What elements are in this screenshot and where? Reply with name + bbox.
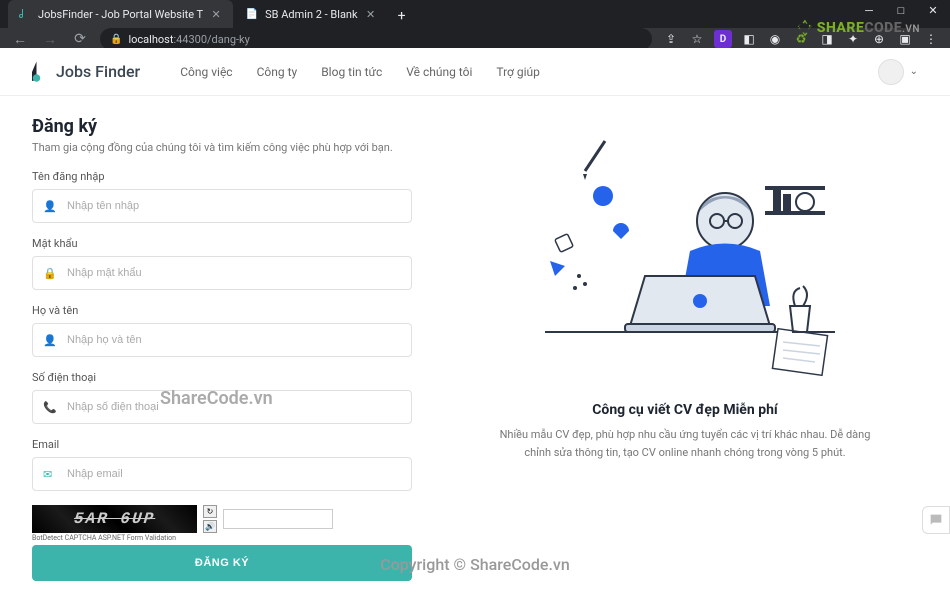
nav-item-about[interactable]: Về chúng tôi xyxy=(406,65,472,79)
submit-button[interactable]: ĐĂNG KÝ xyxy=(32,545,412,581)
new-tab-button[interactable]: + xyxy=(390,4,414,28)
nav-item-jobs[interactable]: Công việc xyxy=(180,65,232,79)
tab-close-icon[interactable]: ✕ xyxy=(209,7,223,21)
extension-icon[interactable]: ◨ xyxy=(818,30,836,48)
input-fullname[interactable] xyxy=(67,334,401,346)
window-maximize[interactable]: □ xyxy=(892,4,910,17)
menu-icon[interactable]: ⋮ xyxy=(922,30,940,48)
promo-desc: Nhiều mẫu CV đẹp, phù hợp nhu cầu ứng tu… xyxy=(495,426,875,461)
captcha-audio-button[interactable]: 🔊 xyxy=(203,520,217,533)
label-phone: Số điện thoại xyxy=(32,371,412,384)
input-email[interactable] xyxy=(67,468,401,480)
field-password: Mật khẩu 🔒 xyxy=(32,237,412,290)
url: localhost:44300/dang-ky xyxy=(128,33,249,46)
captcha-image: 5AR 6UP BotDetect CAPTCHA ASP.NET Form V… xyxy=(32,505,197,533)
field-email: Email ✉ xyxy=(32,438,412,491)
nav-reload-icon[interactable]: ⟳ xyxy=(70,31,90,47)
extension-icon[interactable]: ◧ xyxy=(740,30,758,48)
promo-panel: Công cụ viết CV đẹp Miễn phí Nhiều mẫu C… xyxy=(452,116,918,581)
tab-favicon-icon xyxy=(18,7,32,21)
logo[interactable]: Jobs Finder xyxy=(32,61,140,83)
user-menu[interactable]: ⌄ xyxy=(878,59,918,85)
lock-icon: 🔒 xyxy=(43,267,57,280)
nav-forward-icon[interactable]: → xyxy=(40,31,60,48)
signup-form: Đăng ký Tham gia cộng đồng của chúng tôi… xyxy=(32,116,412,581)
tab-sbadmin[interactable]: 📄 SB Admin 2 - Blank ✕ xyxy=(235,0,387,28)
chat-icon xyxy=(928,512,944,528)
captcha-reload-button[interactable]: ↻ xyxy=(203,505,217,518)
input-password[interactable] xyxy=(67,267,401,279)
page-subtitle: Tham gia cộng đồng của chúng tôi và tìm … xyxy=(32,141,412,154)
chat-widget-button[interactable] xyxy=(922,506,950,534)
address-bar[interactable]: 🔒 localhost:44300/dang-ky xyxy=(100,28,652,50)
page: Jobs Finder Công việc Công ty Blog tin t… xyxy=(0,48,950,594)
phone-icon: 📞 xyxy=(43,401,57,414)
nav-item-help[interactable]: Trợ giúp xyxy=(496,65,540,79)
cv-illustration xyxy=(525,136,845,386)
tab-close-icon[interactable]: ✕ xyxy=(364,7,378,21)
field-phone: Số điện thoại 📞 xyxy=(32,371,412,424)
tab-jobsfinder[interactable]: JobsFinder - Job Portal Website T ✕ xyxy=(8,0,233,28)
extension-icon[interactable]: ▣ xyxy=(896,30,914,48)
window-controls: ─ □ ✕ xyxy=(860,4,942,17)
window-minimize[interactable]: ─ xyxy=(860,4,878,17)
nav-item-companies[interactable]: Công ty xyxy=(257,65,298,79)
star-icon[interactable]: ☆ xyxy=(688,30,706,48)
extension-d-icon[interactable]: D xyxy=(714,30,732,48)
extension-icon[interactable]: ◉ xyxy=(766,30,784,48)
label-password: Mật khẩu xyxy=(32,237,412,250)
extension-icon[interactable]: ♻ xyxy=(792,30,810,48)
tab-favicon-icon: 📄 xyxy=(245,7,259,21)
avatar xyxy=(878,59,904,85)
label-username: Tên đăng nhập xyxy=(32,170,412,183)
user-icon: 👤 xyxy=(43,334,57,347)
captcha-controls: ↻ 🔊 xyxy=(203,505,217,533)
tab-title: SB Admin 2 - Blank xyxy=(265,8,357,21)
captcha-row: 5AR 6UP BotDetect CAPTCHA ASP.NET Form V… xyxy=(32,505,412,533)
browser-toolbar-icons: ⇪ ☆ D ◧ ◉ ♻ ◨ ✦ ⊕ ▣ ⋮ xyxy=(662,30,940,48)
share-icon[interactable]: ⇪ xyxy=(662,30,680,48)
browser-chrome: ─ □ ✕ JobsFinder - Job Portal Website T … xyxy=(0,0,950,48)
mail-icon: ✉ xyxy=(43,468,57,481)
logo-icon xyxy=(32,61,50,83)
field-username: Tên đăng nhập 👤 xyxy=(32,170,412,223)
tab-title: JobsFinder - Job Portal Website T xyxy=(38,8,203,21)
site-header: Jobs Finder Công việc Công ty Blog tin t… xyxy=(0,48,950,96)
input-username[interactable] xyxy=(67,200,401,212)
logo-text: Jobs Finder xyxy=(56,62,140,81)
field-fullname: Họ và tên 👤 xyxy=(32,304,412,357)
input-phone[interactable] xyxy=(67,401,401,413)
tab-bar: JobsFinder - Job Portal Website T ✕ 📄 SB… xyxy=(0,0,950,28)
main-content: Đăng ký Tham gia cộng đồng của chúng tôi… xyxy=(0,96,950,594)
nav-item-blog[interactable]: Blog tin tức xyxy=(321,65,382,79)
captcha-input[interactable] xyxy=(223,509,333,529)
address-bar-row: ← → ⟳ 🔒 localhost:44300/dang-ky ⇪ ☆ D ◧ … xyxy=(0,28,950,50)
extension-icon[interactable]: ⊕ xyxy=(870,30,888,48)
chevron-down-icon: ⌄ xyxy=(910,66,918,77)
extension-icon[interactable]: ✦ xyxy=(844,30,862,48)
label-fullname: Họ và tên xyxy=(32,304,412,317)
label-email: Email xyxy=(32,438,412,451)
window-close[interactable]: ✕ xyxy=(924,4,942,17)
lock-icon: 🔒 xyxy=(110,34,122,45)
user-icon: 👤 xyxy=(43,200,57,213)
nav-menu: Công việc Công ty Blog tin tức Về chúng … xyxy=(180,65,877,79)
nav-back-icon[interactable]: ← xyxy=(10,31,30,48)
promo-title: Công cụ viết CV đẹp Miễn phí xyxy=(592,402,777,418)
page-title: Đăng ký xyxy=(32,116,412,137)
